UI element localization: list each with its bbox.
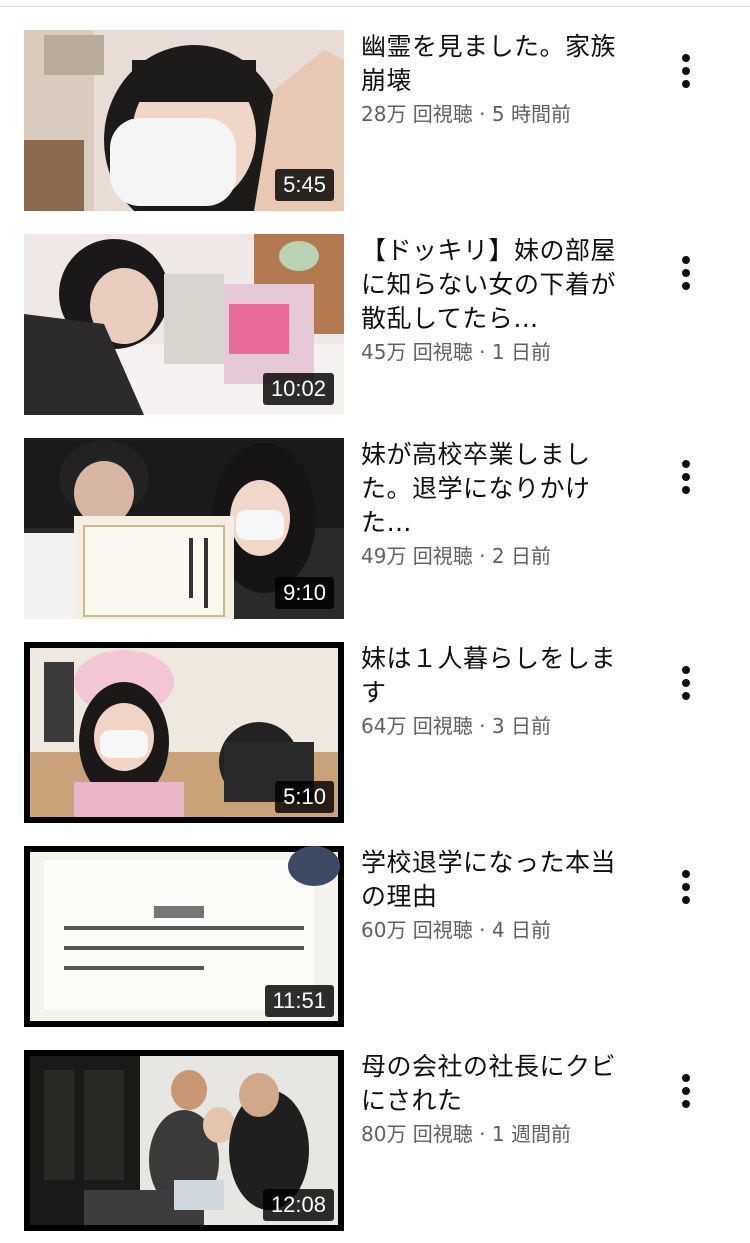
video-title[interactable]: 妹は１人暮らしをします xyxy=(361,642,631,710)
more-vert-icon xyxy=(682,460,690,494)
more-vert-icon xyxy=(682,1074,690,1108)
duration-badge: 10:02 xyxy=(262,373,334,405)
video-item[interactable]: 10:02 【ドッキリ】妹の部屋に知らない女の下着が散乱してたら… 45万 回視… xyxy=(0,234,750,418)
more-options-button[interactable] xyxy=(672,662,700,706)
duration-badge: 5:45 xyxy=(275,169,334,201)
view-count: 80万 回視聴 xyxy=(361,1122,473,1146)
duration-badge: 12:08 xyxy=(262,1189,334,1221)
video-meta: 45万 回視聴 · 1 日前 xyxy=(361,338,641,366)
upload-age: 2 日前 xyxy=(491,544,551,568)
duration-badge: 5:10 xyxy=(275,781,334,813)
video-thumbnail[interactable]: 11:51 xyxy=(24,846,344,1027)
video-thumbnail[interactable]: 9:10 xyxy=(24,438,344,619)
more-options-button[interactable] xyxy=(672,252,700,296)
meta-separator: · xyxy=(479,544,486,568)
video-meta: 64万 回視聴 · 3 日前 xyxy=(361,712,641,740)
more-vert-icon xyxy=(682,666,690,700)
video-item[interactable]: 5:10 妹は１人暮らしをします 64万 回視聴 · 3 日前 xyxy=(0,642,750,826)
meta-separator: · xyxy=(479,918,486,942)
video-item[interactable]: 12:08 母の会社の社長にクビにされた 80万 回視聴 · 1 週間前 xyxy=(0,1050,750,1234)
view-count: 64万 回視聴 xyxy=(361,714,473,738)
upload-age: 3 日前 xyxy=(491,714,551,738)
video-title[interactable]: 学校退学になった本当の理由 xyxy=(361,846,631,914)
meta-separator: · xyxy=(479,340,486,364)
top-divider xyxy=(0,0,750,7)
video-thumbnail[interactable]: 10:02 xyxy=(24,234,344,415)
upload-age: 5 時間前 xyxy=(491,102,571,126)
upload-age: 1 週間前 xyxy=(491,1122,571,1146)
view-count: 49万 回視聴 xyxy=(361,544,473,568)
video-meta: 49万 回視聴 · 2 日前 xyxy=(361,542,641,570)
view-count: 28万 回視聴 xyxy=(361,102,473,126)
duration-badge: 11:51 xyxy=(264,985,334,1017)
video-item[interactable]: 9:10 妹が高校卒業しました。退学になりかけた… 49万 回視聴 · 2 日前 xyxy=(0,438,750,622)
video-title[interactable]: 幽霊を見ました。家族崩壊 xyxy=(361,30,631,98)
view-count: 45万 回視聴 xyxy=(361,340,473,364)
more-vert-icon xyxy=(682,870,690,904)
more-vert-icon xyxy=(682,256,690,290)
upload-age: 4 日前 xyxy=(491,918,551,942)
video-thumbnail[interactable]: 12:08 xyxy=(24,1050,344,1231)
video-thumbnail[interactable]: 5:45 xyxy=(24,30,344,211)
duration-badge: 9:10 xyxy=(275,577,334,609)
meta-separator: · xyxy=(479,1122,486,1146)
video-title[interactable]: 母の会社の社長にクビにされた xyxy=(361,1050,631,1118)
more-options-button[interactable] xyxy=(672,50,700,94)
meta-separator: · xyxy=(479,714,486,738)
video-item[interactable]: 11:51 学校退学になった本当の理由 60万 回視聴 · 4 日前 xyxy=(0,846,750,1030)
upload-age: 1 日前 xyxy=(491,340,551,364)
more-options-button[interactable] xyxy=(672,456,700,500)
more-options-button[interactable] xyxy=(672,1070,700,1114)
view-count: 60万 回視聴 xyxy=(361,918,473,942)
more-vert-icon xyxy=(682,54,690,88)
more-options-button[interactable] xyxy=(672,866,700,910)
video-item[interactable]: 5:45 幽霊を見ました。家族崩壊 28万 回視聴 · 5 時間前 xyxy=(0,30,750,214)
video-meta: 60万 回視聴 · 4 日前 xyxy=(361,916,641,944)
meta-separator: · xyxy=(479,102,486,126)
video-meta: 80万 回視聴 · 1 週間前 xyxy=(361,1120,641,1148)
video-meta: 28万 回視聴 · 5 時間前 xyxy=(361,100,641,128)
video-thumbnail[interactable]: 5:10 xyxy=(24,642,344,823)
video-title[interactable]: 【ドッキリ】妹の部屋に知らない女の下着が散乱してたら… xyxy=(361,234,631,336)
video-title[interactable]: 妹が高校卒業しました。退学になりかけた… xyxy=(361,438,631,540)
